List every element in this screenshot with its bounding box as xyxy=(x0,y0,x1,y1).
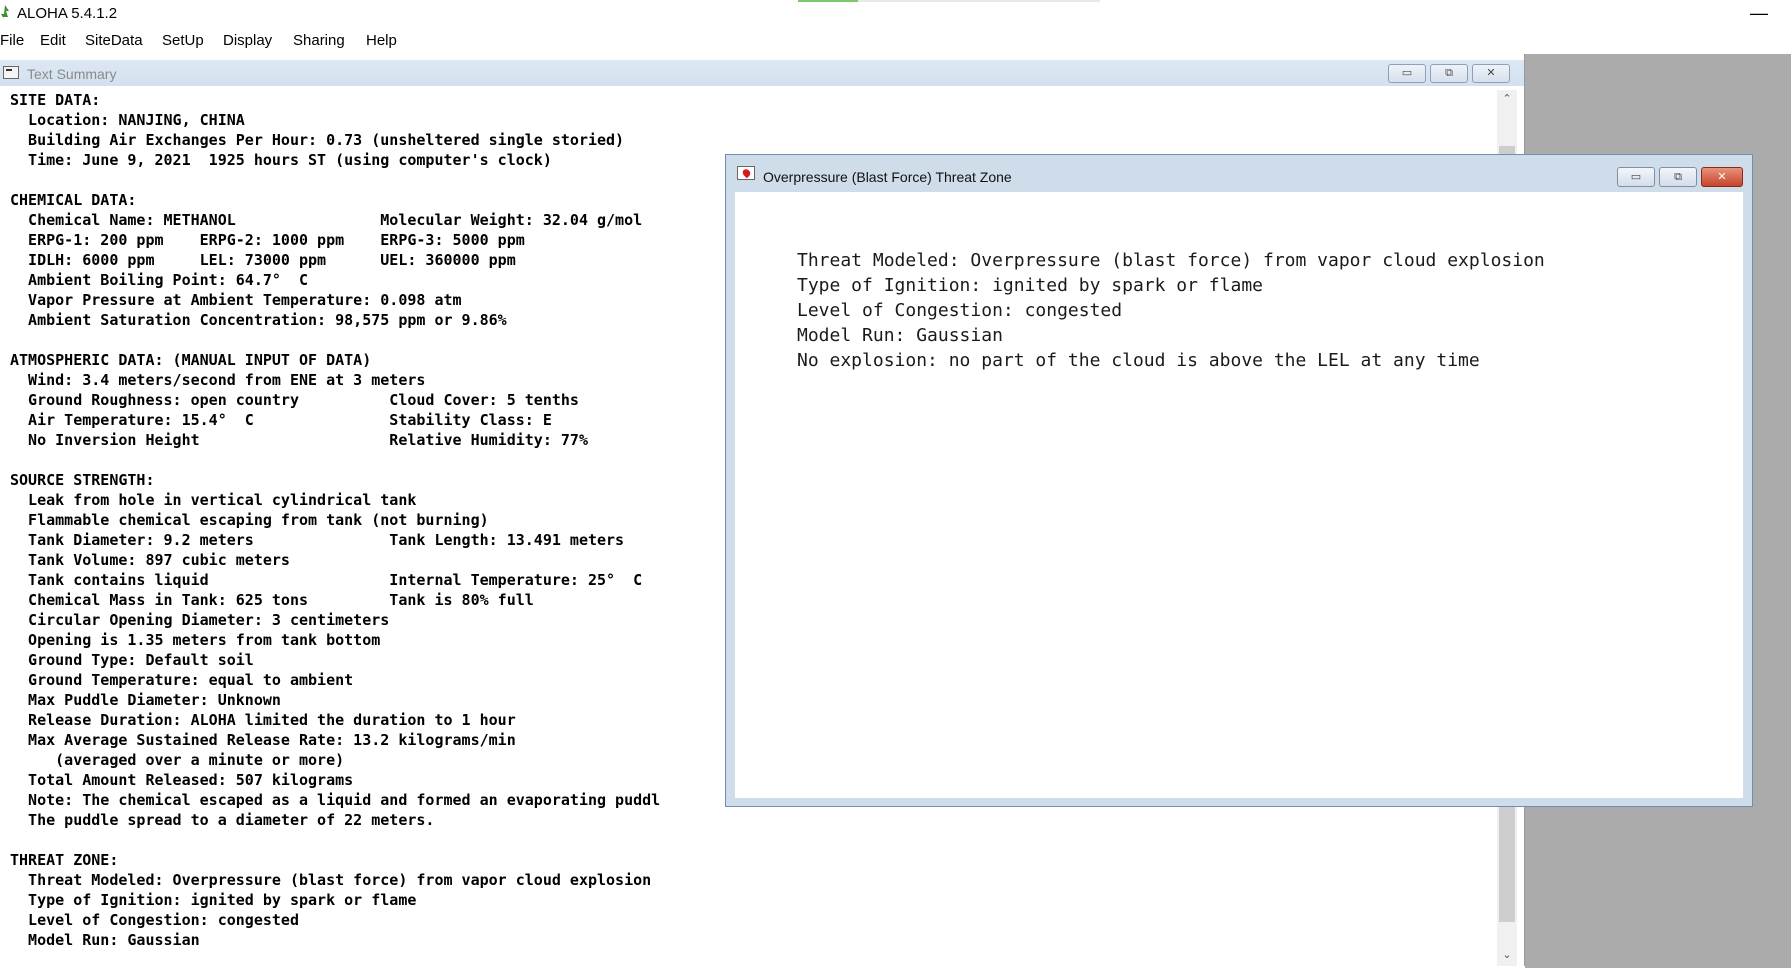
overpressure-restore-button[interactable]: ⧉ xyxy=(1659,167,1697,187)
text-summary-line: Level of Congestion: congested xyxy=(10,911,299,929)
scroll-down-arrow-icon[interactable]: ⌄ xyxy=(1497,946,1517,964)
text-summary-line: Location: NANJING, CHINA xyxy=(10,111,245,129)
menu-sitedata[interactable]: SiteData xyxy=(85,32,143,49)
overpressure-line: Threat Modeled: Overpressure (blast forc… xyxy=(797,250,1545,271)
app-minimize-button[interactable]: — xyxy=(1745,4,1773,24)
text-summary-title: Text Summary xyxy=(27,66,117,82)
overpressure-line: Level of Congestion: congested xyxy=(797,300,1123,321)
text-summary-line: THREAT ZONE: xyxy=(10,851,119,869)
text-summary-line: Model Run: Gaussian xyxy=(10,931,200,949)
menu-sharing[interactable]: Sharing xyxy=(293,32,345,49)
menu-display[interactable]: Display xyxy=(223,32,272,49)
app-progress-bar xyxy=(798,0,1100,2)
overpressure-threat-zone-window: Overpressure (Blast Force) Threat Zone ▭… xyxy=(725,154,1753,807)
scroll-up-arrow-icon[interactable]: ⌃ xyxy=(1497,90,1517,108)
text-summary-title-bar[interactable]: Text Summary ▭ ⧉ ✕ xyxy=(0,60,1524,86)
overpressure-minimize-button[interactable]: ▭ xyxy=(1617,167,1655,187)
text-summary-minimize-button[interactable]: ▭ xyxy=(1388,64,1426,83)
app-title-bar: ALOHA 5.4.1.2 — xyxy=(0,0,1791,27)
text-summary-line xyxy=(10,830,1490,850)
overpressure-close-button[interactable]: ✕ xyxy=(1701,167,1743,187)
menu-edit[interactable]: Edit xyxy=(40,32,66,49)
text-summary-line: The puddle spread to a diameter of 22 me… xyxy=(10,811,435,829)
overpressure-content: Threat Modeled: Overpressure (blast forc… xyxy=(735,192,1743,798)
text-summary-line: Threat Modeled: Overpressure (blast forc… xyxy=(10,871,652,889)
menu-help[interactable]: Help xyxy=(366,32,397,49)
overpressure-line: Type of Ignition: ignited by spark or fl… xyxy=(797,275,1263,296)
app-title: ALOHA 5.4.1.2 xyxy=(17,5,118,22)
overpressure-text: Threat Modeled: Overpressure (blast forc… xyxy=(797,248,1545,373)
menu-bar: File Edit SiteData SetUp Display Sharing… xyxy=(0,27,1791,55)
text-summary-line: Building Air Exchanges Per Hour: 0.73 (u… xyxy=(10,131,625,149)
text-summary-restore-button[interactable]: ⧉ xyxy=(1430,64,1468,83)
text-summary-close-button[interactable]: ✕ xyxy=(1472,64,1510,83)
aloha-app-icon xyxy=(1,5,9,21)
threat-zone-icon xyxy=(737,166,755,180)
text-summary-line: SITE DATA: xyxy=(10,91,101,109)
menu-file[interactable]: File xyxy=(0,32,24,49)
text-window-icon xyxy=(3,66,19,79)
menu-setup[interactable]: SetUp xyxy=(162,32,204,49)
overpressure-title-bar[interactable]: Overpressure (Blast Force) Threat Zone ▭… xyxy=(726,155,1752,191)
text-summary-line: Type of Ignition: ignited by spark or fl… xyxy=(10,891,417,909)
overpressure-line: No explosion: no part of the cloud is ab… xyxy=(797,350,1480,371)
overpressure-line: Model Run: Gaussian xyxy=(797,325,1003,346)
overpressure-title: Overpressure (Blast Force) Threat Zone xyxy=(763,169,1012,185)
